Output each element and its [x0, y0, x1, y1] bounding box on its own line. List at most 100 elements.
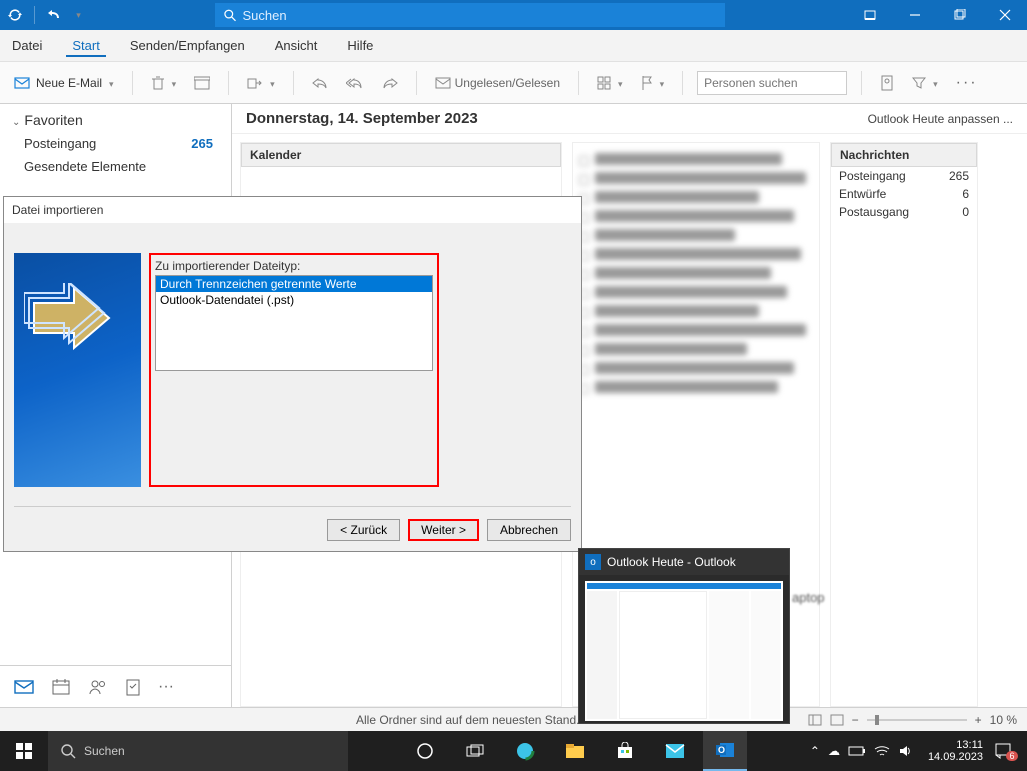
menubar: Datei Start Senden/Empfangen Ansicht Hil… — [0, 30, 1027, 62]
address-book-icon[interactable] — [876, 71, 898, 95]
forward-icon[interactable] — [378, 72, 402, 94]
windows-taskbar: Suchen O ⌃ ☁ 13:11 14.09.2023 6 — [0, 731, 1027, 771]
wizard-image — [14, 253, 141, 487]
reply-icon[interactable] — [308, 72, 332, 94]
edge-icon[interactable] — [503, 731, 547, 771]
more-icon[interactable]: ··· — [952, 70, 982, 96]
volume-icon[interactable] — [898, 744, 912, 758]
chevron-up-icon[interactable]: ⌃ — [810, 744, 820, 758]
taskbar-clock[interactable]: 13:11 14.09.2023 — [920, 739, 991, 763]
msg-row-outbox[interactable]: Postausgang0 — [831, 203, 977, 221]
nav-bar: ··· — [0, 665, 231, 707]
zoom-out-icon[interactable]: − — [852, 713, 859, 727]
taskbar-preview[interactable]: o Outlook Heute - Outlook — [578, 548, 790, 724]
explorer-icon[interactable] — [553, 731, 597, 771]
msg-row-drafts[interactable]: Entwürfe6 — [831, 185, 977, 203]
minimize-icon[interactable] — [892, 0, 937, 30]
sidebar-item-inbox[interactable]: Posteingang 265 — [0, 132, 231, 155]
cortana-icon[interactable] — [403, 731, 447, 771]
file-type-label: Zu importierender Dateityp: — [155, 259, 433, 273]
people-nav-icon[interactable] — [88, 679, 108, 695]
menu-datei[interactable]: Datei — [6, 34, 48, 57]
qa-dropdown-icon[interactable] — [69, 0, 85, 30]
outlook-icon: o — [585, 554, 601, 570]
ribbon-options-icon[interactable] — [847, 0, 892, 30]
favorites-header[interactable]: ⌄Favoriten — [0, 104, 231, 132]
file-type-option-csv[interactable]: Durch Trennzeichen getrennte Werte — [156, 276, 432, 292]
view-normal-icon[interactable] — [808, 714, 822, 726]
sidebar-item-label: Gesendete Elemente — [24, 159, 146, 174]
delete-icon[interactable] — [147, 71, 181, 95]
date-label: Donnerstag, 14. September 2023 — [246, 110, 478, 127]
search-icon — [223, 8, 236, 22]
messages-panel: Nachrichten Posteingang265 Entwürfe6 Pos… — [830, 142, 978, 707]
menu-hilfe[interactable]: Hilfe — [341, 34, 379, 57]
taskbar-search-label: Suchen — [84, 744, 125, 758]
favorites-label: Favoriten — [24, 112, 82, 128]
unread-read-label: Ungelesen/Gelesen — [455, 76, 560, 90]
svg-text:O: O — [718, 745, 725, 755]
notification-icon[interactable]: 6 — [991, 742, 1027, 760]
more-nav-icon[interactable]: ··· — [158, 678, 174, 696]
import-dialog: Datei importieren Zu importierender Date… — [3, 196, 582, 552]
date-bar: Donnerstag, 14. September 2023 Outlook H… — [232, 104, 1027, 134]
calendar-nav-icon[interactable] — [52, 679, 70, 695]
mail-taskbar-icon[interactable] — [653, 731, 697, 771]
blurred-text: aptop — [792, 590, 825, 605]
toolbar: Neue E-Mail Ungelesen/Gelesen ··· — [0, 62, 1027, 104]
preview-body — [585, 581, 783, 721]
dialog-title: Datei importieren — [4, 197, 581, 223]
zoom-in-icon[interactable]: + — [975, 713, 982, 727]
taskbar-search[interactable]: Suchen — [48, 731, 348, 771]
messages-header: Nachrichten — [831, 143, 977, 167]
menu-senden[interactable]: Senden/Empfangen — [124, 34, 251, 57]
maximize-icon[interactable] — [937, 0, 982, 30]
battery-icon[interactable] — [848, 746, 866, 756]
file-type-selector: Zu importierender Dateityp: Durch Trennz… — [149, 253, 439, 487]
window-titlebar — [0, 0, 1027, 30]
menu-start[interactable]: Start — [66, 34, 105, 57]
reply-all-icon[interactable] — [342, 72, 368, 94]
unread-read-button[interactable]: Ungelesen/Gelesen — [431, 72, 564, 94]
move-icon[interactable] — [243, 72, 279, 94]
customize-link[interactable]: Outlook Heute anpassen ... — [868, 112, 1013, 126]
next-button[interactable]: Weiter > — [408, 519, 479, 541]
zoom-label: 10 % — [990, 713, 1017, 727]
cancel-button[interactable]: Abbrechen — [487, 519, 571, 541]
calendar-header: Kalender — [241, 143, 561, 167]
taskview-icon[interactable] — [453, 731, 497, 771]
zoom-slider[interactable] — [867, 719, 967, 721]
envelope-icon — [14, 76, 32, 90]
categorize-icon[interactable] — [593, 72, 627, 94]
flag-icon[interactable] — [637, 71, 669, 95]
file-type-listbox[interactable]: Durch Trennzeichen getrennte Werte Outlo… — [155, 275, 433, 371]
undo-icon[interactable] — [39, 0, 69, 30]
mail-nav-icon[interactable] — [14, 680, 34, 694]
view-reading-icon[interactable] — [830, 714, 844, 726]
msg-row-inbox[interactable]: Posteingang265 — [831, 167, 977, 185]
search-icon — [60, 743, 76, 759]
menu-ansicht[interactable]: Ansicht — [269, 34, 324, 57]
outlook-taskbar-icon[interactable]: O — [703, 731, 747, 771]
back-button[interactable]: < Zurück — [327, 519, 400, 541]
tasks-nav-icon[interactable] — [126, 678, 140, 696]
sync-icon[interactable] — [0, 0, 30, 30]
start-button[interactable] — [0, 731, 48, 771]
system-tray[interactable]: ⌃ ☁ — [802, 744, 920, 758]
cloud-icon[interactable]: ☁ — [828, 744, 840, 758]
search-box[interactable] — [215, 3, 725, 27]
preview-title: Outlook Heute - Outlook — [607, 555, 736, 569]
filter-icon[interactable] — [908, 72, 942, 94]
file-type-option-pst[interactable]: Outlook-Datendatei (.pst) — [156, 292, 432, 308]
new-mail-button[interactable]: Neue E-Mail — [10, 72, 118, 94]
sidebar-item-sent[interactable]: Gesendete Elemente — [0, 155, 231, 178]
wifi-icon[interactable] — [874, 745, 890, 757]
archive-icon[interactable] — [190, 72, 214, 94]
search-input[interactable] — [242, 8, 717, 23]
sidebar-item-count: 265 — [191, 136, 213, 151]
store-icon[interactable] — [603, 731, 647, 771]
search-people-input[interactable] — [697, 71, 847, 95]
close-icon[interactable] — [982, 0, 1027, 30]
new-mail-label: Neue E-Mail — [36, 76, 102, 90]
status-text: Alle Ordner sind auf dem neuesten Stand. — [356, 713, 579, 727]
